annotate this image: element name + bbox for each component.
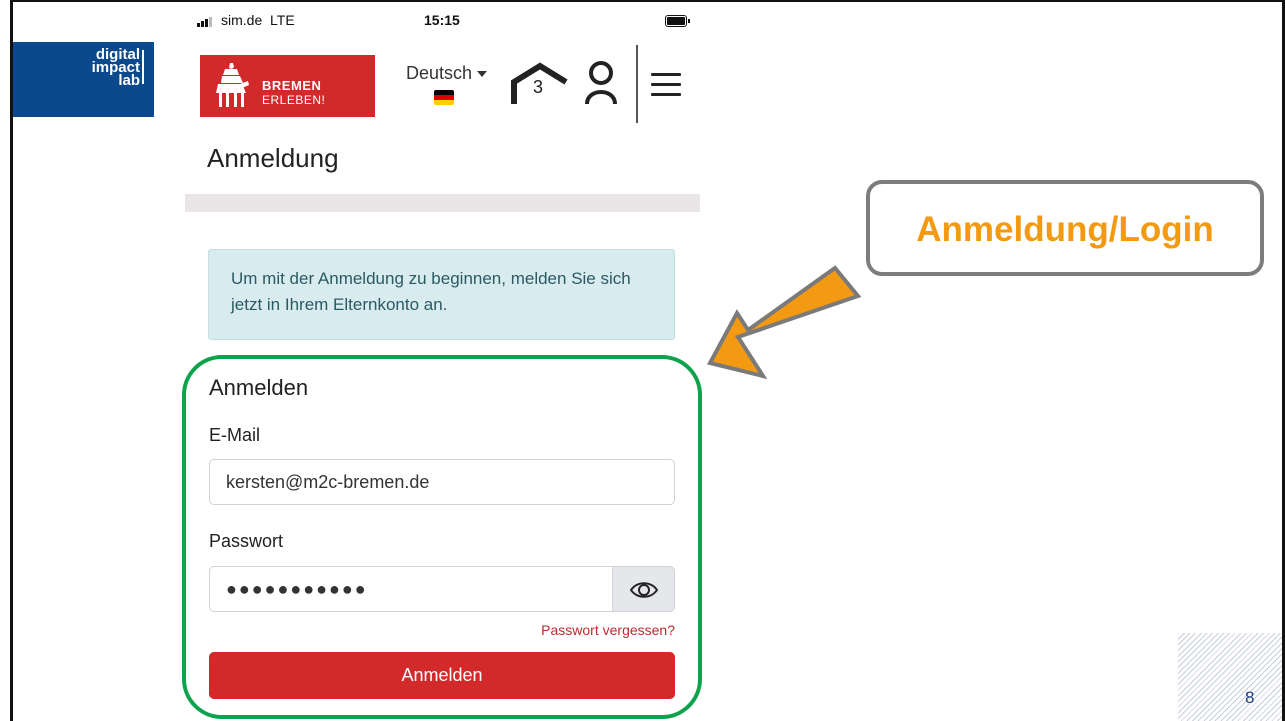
corner-hatch-decoration (1178, 633, 1282, 721)
battery-icon (665, 15, 690, 27)
logo-bar (142, 50, 144, 84)
phone-status-bar: sim.de LTE 15:15 (195, 0, 705, 36)
page-number: 8 (1245, 688, 1255, 707)
status-time: 15:15 (424, 12, 460, 28)
network-type: LTE (270, 12, 295, 28)
hamburger-menu-icon[interactable] (651, 73, 681, 99)
password-label: Passwort (209, 531, 284, 551)
cart-count-badge: 3 (533, 77, 544, 97)
info-alert: Um mit der Anmeldung zu beginnen, melden… (208, 249, 675, 340)
section-separator (185, 194, 700, 212)
callout-label: Anmeldung/Login (916, 210, 1214, 249)
page-title: Anmeldung (207, 143, 339, 173)
digital-impact-lab-logo: digital impact lab (13, 42, 154, 117)
email-label: E-Mail (209, 425, 261, 445)
login-button[interactable]: Anmelden (209, 652, 675, 699)
brand-line-1: BREMEN (262, 78, 322, 93)
language-label: Deutsch (406, 63, 473, 83)
carrier-name: sim.de (221, 12, 263, 28)
show-password-button[interactable] (613, 566, 675, 612)
signal-strength-icon (197, 17, 212, 27)
user-icon[interactable] (584, 60, 618, 106)
login-form-title: Anmelden (209, 375, 309, 400)
german-flag-icon[interactable] (434, 90, 454, 105)
language-dropdown[interactable]: Deutsch (406, 63, 488, 84)
bremen-erleben-logo[interactable]: BREMEN ERLEBEN! (200, 55, 375, 117)
carrier-label: sim.de LTE (221, 12, 295, 28)
brand-line-2: ERLEBEN! (262, 93, 326, 107)
eye-icon (629, 582, 659, 598)
email-field[interactable] (209, 459, 675, 505)
password-field[interactable] (209, 566, 613, 612)
forgot-password-link[interactable]: Passwort vergessen? (541, 622, 675, 638)
callout-box: Anmeldung/Login (866, 180, 1264, 276)
caret-down-icon (477, 71, 488, 78)
header-divider (636, 45, 638, 123)
town-musicians-icon (216, 63, 249, 107)
